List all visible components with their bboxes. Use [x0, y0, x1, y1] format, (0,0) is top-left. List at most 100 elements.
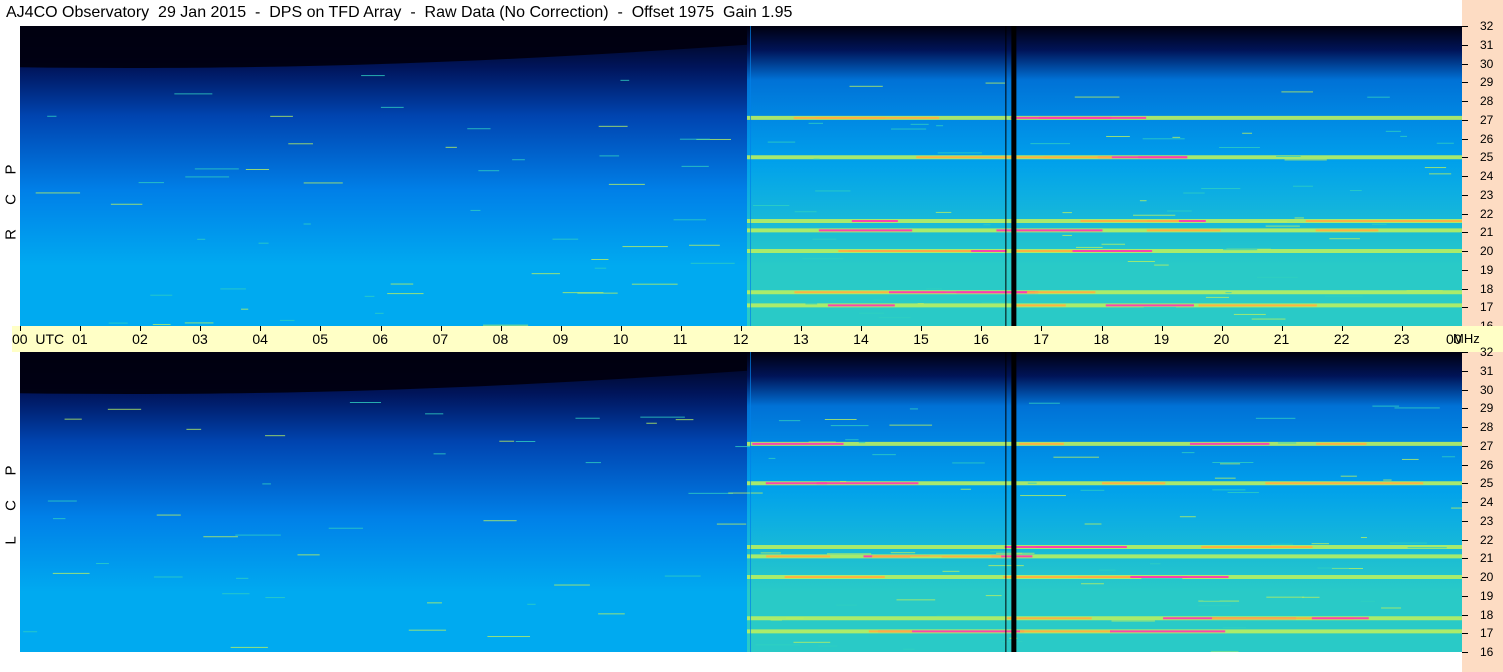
frequency-tick-label: 26 [1480, 131, 1494, 146]
noise-streak [646, 422, 657, 424]
noise-streak [903, 648, 915, 650]
noise-streak [716, 523, 747, 525]
noise-streak [445, 146, 457, 148]
noise-streak [1360, 537, 1367, 539]
noise-streak [153, 576, 183, 578]
interference-band [747, 554, 1462, 559]
interference-hotspot [784, 576, 885, 578]
noise-streak [483, 520, 517, 522]
noise-streak [1080, 489, 1105, 491]
noise-streak [47, 115, 57, 117]
noise-streak [1167, 210, 1192, 212]
interference-hotspot [1146, 229, 1221, 232]
noise-streak [1141, 578, 1183, 580]
noise-streak [839, 480, 847, 482]
noise-streak [1075, 246, 1103, 248]
noise-streak [1219, 147, 1260, 149]
frequency-tick [1462, 63, 1468, 65]
noise-streak [1292, 185, 1314, 187]
rcp-label-c: C [2, 194, 20, 205]
noise-streak [891, 128, 927, 130]
noise-streak [110, 203, 143, 205]
frequency-tick [1462, 269, 1468, 271]
noise-streak [1401, 458, 1419, 460]
frequency-tick-label: 22 [1480, 532, 1494, 547]
noise-streak [1256, 276, 1298, 278]
noise-streak [433, 453, 446, 455]
frequency-tick-label: 18 [1480, 607, 1494, 622]
noise-streak [960, 488, 971, 490]
noise-streak [1424, 167, 1447, 169]
noise-streak [380, 106, 404, 108]
frequency-tick [1462, 633, 1468, 635]
noise-streak [185, 176, 230, 178]
noise-streak [1227, 492, 1259, 494]
noise-streak [990, 551, 1015, 553]
noise-streak [197, 238, 206, 240]
frequency-tick-label: 25 [1480, 476, 1494, 491]
noise-streak [1098, 569, 1116, 571]
interference-hotspot [1072, 250, 1153, 252]
frequency-tick [1462, 82, 1468, 84]
frequency-tick [1462, 119, 1468, 121]
noise-streak [1294, 217, 1304, 219]
noise-streak [1179, 516, 1196, 518]
interference-hotspot [1019, 442, 1064, 445]
noise-streak [152, 324, 171, 326]
noise-streak [1154, 264, 1169, 266]
noise-streak [815, 190, 851, 192]
rcp-label-p: P [2, 164, 20, 175]
frequency-tick [1462, 464, 1468, 466]
noise-streak [802, 258, 844, 260]
frequency-tick-label: 21 [1480, 225, 1494, 240]
noise-streak [1027, 482, 1037, 484]
lcp-frequency-axis: 32 31 30 29 28 27 26 25 24 23 22 21 20 19 18 17 16 [1462, 346, 1503, 672]
frequency-tick-label: 28 [1480, 420, 1494, 434]
noise-streak [1265, 225, 1300, 227]
noise-streak [1371, 223, 1387, 225]
noise-streak [107, 408, 142, 410]
lcp-label-l: L [2, 536, 20, 545]
noise-streak [52, 572, 90, 574]
lcp-label-c: C [2, 500, 20, 511]
interference-hotspot [1012, 250, 1081, 252]
noise-streak [681, 165, 709, 167]
noise-streak [575, 417, 600, 419]
time-tick-label: 01 [72, 331, 88, 347]
noise-streak [805, 303, 818, 305]
interference-hotspot [766, 555, 831, 558]
noise-streak [849, 85, 883, 87]
noise-streak [755, 644, 801, 646]
noise-streak [735, 446, 751, 448]
vertical-artifact [750, 352, 752, 652]
frequency-tick-label: 27 [1480, 112, 1494, 127]
interference-hotspot [868, 630, 913, 633]
noise-streak [591, 259, 609, 261]
noise-streak [808, 122, 824, 124]
noise-streak [1203, 599, 1220, 601]
frequency-tick [1462, 502, 1468, 503]
frequency-tick-label: 18 [1480, 281, 1494, 296]
noise-streak [515, 441, 536, 443]
interference-hotspot [1198, 304, 1317, 307]
interference-hotspot [1080, 220, 1179, 222]
rcp-frequency-axis: 3231302928272625242322212019181716 [1462, 0, 1503, 332]
noise-streak [1266, 596, 1305, 598]
noise-streak [258, 242, 269, 244]
frequency-tick-label: 19 [1480, 588, 1494, 603]
mhz-unit-label: MHz [1453, 331, 1480, 346]
time-tick-label: 02 [132, 331, 148, 347]
noise-streak [836, 604, 857, 606]
daytime-region [747, 26, 1462, 326]
noise-streak [1149, 563, 1161, 565]
interference-hotspot [1010, 116, 1112, 119]
noise-streak [813, 158, 820, 160]
noise-streak [236, 577, 249, 579]
time-tick-label: 16 [973, 331, 989, 347]
daytime-region [747, 352, 1462, 652]
noise-streak [1220, 463, 1241, 465]
noise-streak [599, 155, 620, 157]
noise-streak [675, 419, 694, 421]
noise-streak [1081, 583, 1104, 585]
noise-streak [156, 514, 181, 516]
